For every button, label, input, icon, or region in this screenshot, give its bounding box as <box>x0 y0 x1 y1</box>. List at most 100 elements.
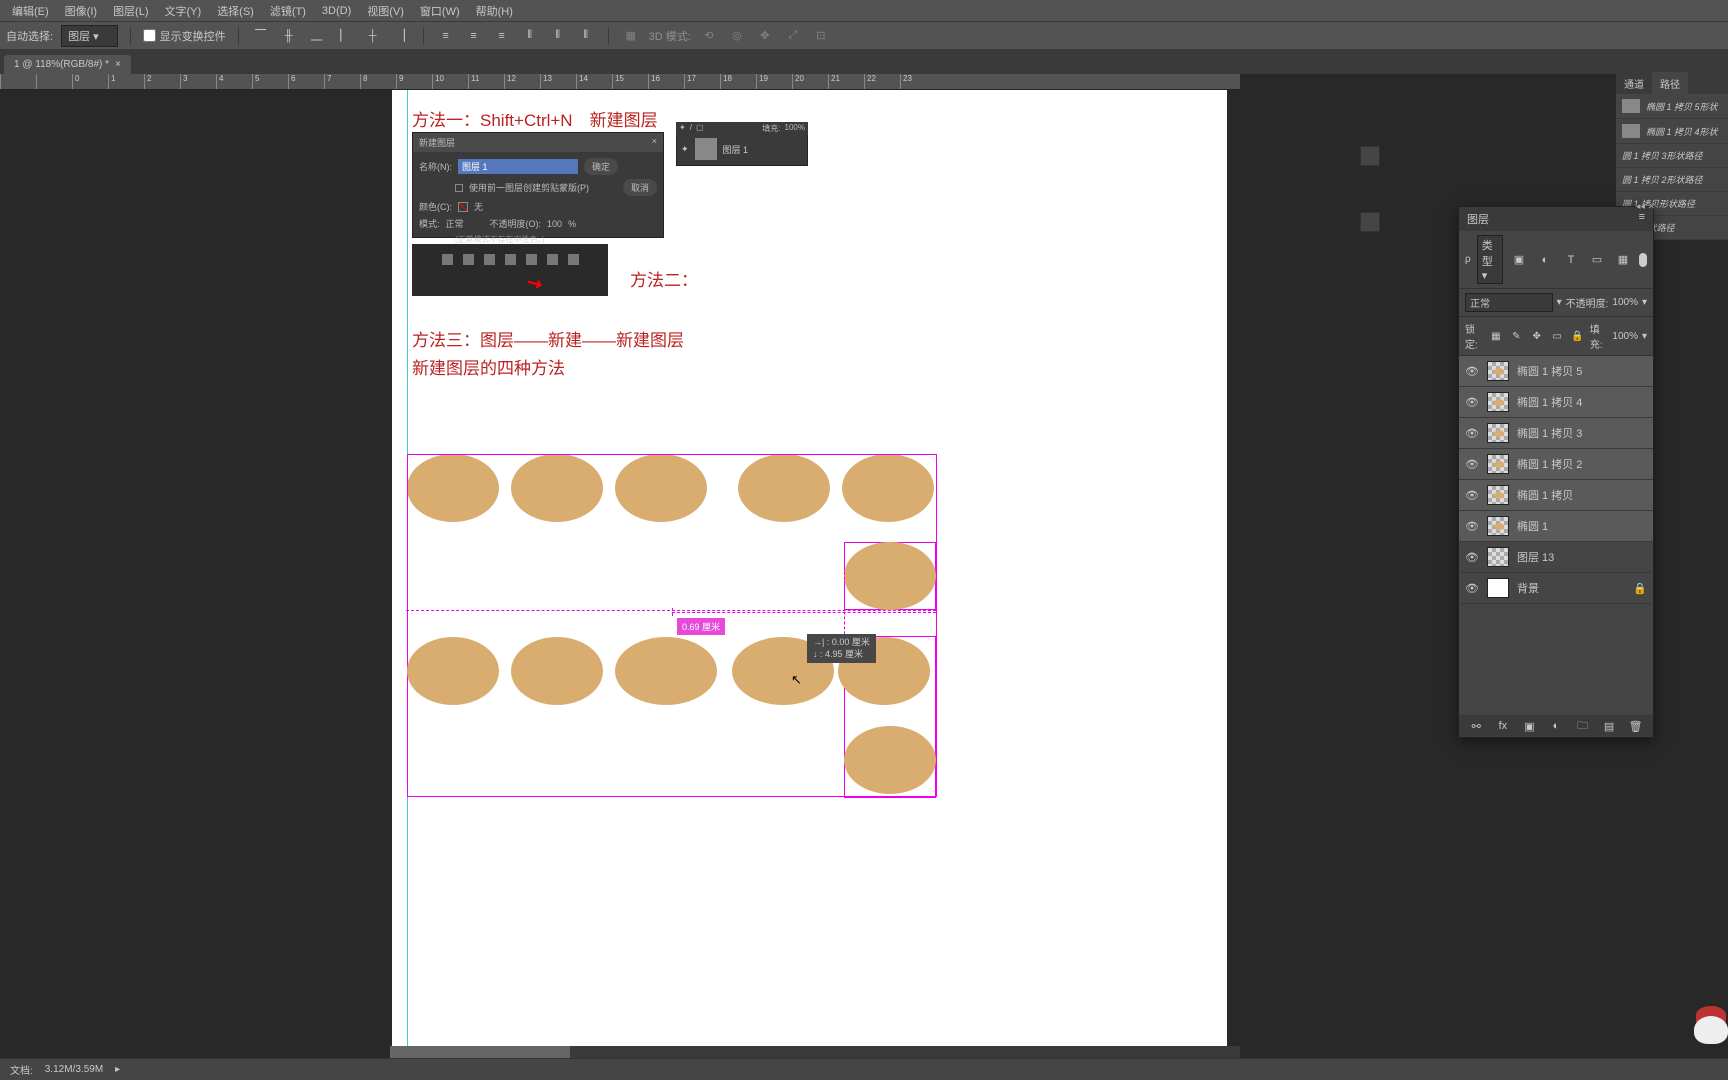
3d-orbit-icon[interactable]: ⟲ <box>699 26 719 46</box>
filter-kind-dropdown[interactable]: 类型 ▾ <box>1477 235 1503 284</box>
menu-view[interactable]: 视图(V) <box>359 1 412 21</box>
lock-artboard-icon[interactable]: ▭ <box>1549 326 1565 346</box>
layer-row[interactable]: 👁 椭圆 1 拷贝 3 <box>1459 418 1653 449</box>
layer-row[interactable]: 👁 椭圆 1 拷贝 <box>1459 480 1653 511</box>
layer-name[interactable]: 椭圆 1 拷贝 3 <box>1517 425 1582 441</box>
distribute-right-icon[interactable]: ⫴ <box>576 26 596 46</box>
path-item[interactable]: 圆 1 拷贝 2形状路径 <box>1616 168 1728 192</box>
layer-name[interactable]: 椭圆 1 拷贝 2 <box>1517 456 1582 472</box>
menu-filter[interactable]: 滤镜(T) <box>262 1 314 21</box>
align-left-icon[interactable]: ▏ <box>335 26 355 46</box>
filter-shape-icon[interactable]: ▭ <box>1587 250 1607 270</box>
menu-window[interactable]: 窗口(W) <box>412 1 468 21</box>
opacity-value[interactable]: 100% <box>1612 297 1638 308</box>
3d-pan-icon[interactable]: ✥ <box>755 26 775 46</box>
distribute-top-icon[interactable]: ≡ <box>436 26 456 46</box>
layer-thumbnail[interactable] <box>1487 454 1509 474</box>
layer-name[interactable]: 图层 13 <box>1517 549 1554 565</box>
distribute-bottom-icon[interactable]: ≡ <box>492 26 512 46</box>
visibility-toggle-icon[interactable]: 👁 <box>1465 489 1479 502</box>
layer-thumbnail[interactable] <box>1487 423 1509 443</box>
layer-row[interactable]: 👁 椭圆 1 拷贝 2 <box>1459 449 1653 480</box>
menu-edit[interactable]: 编辑(E) <box>4 1 57 21</box>
path-item[interactable]: 椭圆 1 拷贝 4形状 <box>1616 119 1728 144</box>
ellipse-shape[interactable] <box>407 637 499 705</box>
align-vcenter-icon[interactable]: ╫ <box>279 26 299 46</box>
layer-name[interactable]: 背景 <box>1517 580 1539 596</box>
visibility-toggle-icon[interactable]: 👁 <box>1465 520 1479 533</box>
filter-pixel-icon[interactable]: ▣ <box>1509 250 1529 270</box>
layer-thumbnail[interactable] <box>1487 547 1509 567</box>
link-layers-icon[interactable]: ⚯ <box>1469 719 1483 733</box>
document-tab[interactable]: 1 @ 118%(RGB/8#) * × <box>4 55 131 74</box>
visibility-toggle-icon[interactable]: 👁 <box>1465 458 1479 471</box>
document-canvas[interactable]: 方法一：Shift+Ctrl+N 新建图层 新建图层 × 名称(N): 图层 1… <box>392 90 1227 1058</box>
horizontal-ruler[interactable]: 0 1 2 3 4 5 6 7 8 9 10 11 12 13 14 15 16… <box>0 74 1240 90</box>
layer-thumbnail[interactable] <box>1487 578 1509 598</box>
layer-name[interactable]: 椭圆 1 拷贝 <box>1517 487 1573 503</box>
distribute-vcenter-icon[interactable]: ≡ <box>464 26 484 46</box>
visibility-toggle-icon[interactable]: 👁 <box>1465 365 1479 378</box>
layer-group-icon[interactable]: 🗀 <box>1576 719 1590 733</box>
canvas-area[interactable]: 方法一：Shift+Ctrl+N 新建图层 新建图层 × 名称(N): 图层 1… <box>0 90 1240 1058</box>
layer-thumbnail[interactable] <box>1487 485 1509 505</box>
layer-row[interactable]: 👁 图层 13 <box>1459 542 1653 573</box>
menu-select[interactable]: 选择(S) <box>209 1 262 21</box>
3d-slide-icon[interactable]: ⤢ <box>783 26 803 46</box>
auto-align-icon[interactable]: ▦ <box>621 26 641 46</box>
3d-roll-icon[interactable]: ◎ <box>727 26 747 46</box>
layer-row[interactable]: 👁 背景 🔒 <box>1459 573 1653 604</box>
layer-thumbnail[interactable] <box>1487 361 1509 381</box>
layer-fx-icon[interactable]: fx <box>1496 719 1510 733</box>
visibility-toggle-icon[interactable]: 👁 <box>1465 551 1479 564</box>
fill-value[interactable]: 100% <box>1612 331 1638 342</box>
adjustment-layer-icon[interactable]: ◐ <box>1549 719 1563 733</box>
3d-scale-icon[interactable]: ⊡ <box>811 26 831 46</box>
filter-smart-icon[interactable]: ▦ <box>1613 250 1633 270</box>
lock-transparency-icon[interactable]: ▦ <box>1488 326 1504 346</box>
menu-layer[interactable]: 图层(L) <box>105 1 156 21</box>
distribute-hcenter-icon[interactable]: ⫴ <box>548 26 568 46</box>
align-top-icon[interactable]: ⎺ <box>251 26 271 46</box>
filter-toggle[interactable] <box>1639 253 1647 267</box>
layer-name[interactable]: 椭圆 1 <box>1517 518 1548 534</box>
dock-icon[interactable] <box>1360 146 1380 166</box>
menu-3d[interactable]: 3D(D) <box>314 3 359 19</box>
layer-name[interactable]: 椭圆 1 拷贝 4 <box>1517 394 1582 410</box>
layer-thumbnail[interactable] <box>1487 516 1509 536</box>
layer-row[interactable]: 👁 椭圆 1 拷贝 5 <box>1459 356 1653 387</box>
lock-all-icon[interactable]: 🔒 <box>1569 326 1585 346</box>
close-tab-icon[interactable]: × <box>115 59 121 70</box>
new-layer-icon[interactable]: ▤ <box>1602 719 1616 733</box>
panel-close-icons[interactable]: ◂◂ ✕ <box>1636 201 1655 212</box>
menu-type[interactable]: 文字(Y) <box>157 1 210 21</box>
layer-mask-icon[interactable]: ▣ <box>1522 719 1536 733</box>
visibility-toggle-icon[interactable]: 👁 <box>1465 582 1479 595</box>
menu-image[interactable]: 图像(I) <box>57 1 105 21</box>
distribute-left-icon[interactable]: ⫴ <box>520 26 540 46</box>
dock-icon[interactable] <box>1360 212 1380 232</box>
ellipse-shape[interactable] <box>511 637 603 705</box>
menu-help[interactable]: 帮助(H) <box>468 1 521 21</box>
show-transform-input[interactable] <box>143 29 156 42</box>
lock-pixels-icon[interactable]: ✎ <box>1508 326 1524 346</box>
visibility-toggle-icon[interactable]: 👁 <box>1465 427 1479 440</box>
path-item[interactable]: 椭圆 1 拷贝 5形状 <box>1616 94 1728 119</box>
ellipse-shape[interactable] <box>615 637 717 705</box>
canvas-horizontal-scrollbar[interactable] <box>390 1046 1240 1058</box>
layer-row[interactable]: 👁 椭圆 1 拷贝 4 <box>1459 387 1653 418</box>
panel-menu-icon[interactable]: ≡ <box>1639 211 1645 227</box>
align-bottom-icon[interactable]: ⎽ <box>307 26 327 46</box>
layer-thumbnail[interactable] <box>1487 392 1509 412</box>
show-transform-checkbox[interactable]: 显示变换控件 <box>143 28 226 44</box>
align-right-icon[interactable]: ▕ <box>391 26 411 46</box>
ellipse-shape[interactable] <box>844 726 936 794</box>
status-flyout-icon[interactable]: ▸ <box>115 1064 120 1075</box>
filter-type-icon[interactable]: T <box>1561 250 1581 270</box>
auto-select-target-dropdown[interactable]: 图层 ▾ <box>61 25 118 47</box>
tab-channels[interactable]: 通道 <box>1616 72 1652 94</box>
filter-adjust-icon[interactable]: ◐ <box>1535 250 1555 270</box>
tab-paths[interactable]: 路径 <box>1652 72 1688 94</box>
status-docsize-value[interactable]: 3.12M/3.59M <box>45 1064 103 1075</box>
layer-name[interactable]: 椭圆 1 拷贝 5 <box>1517 363 1582 379</box>
